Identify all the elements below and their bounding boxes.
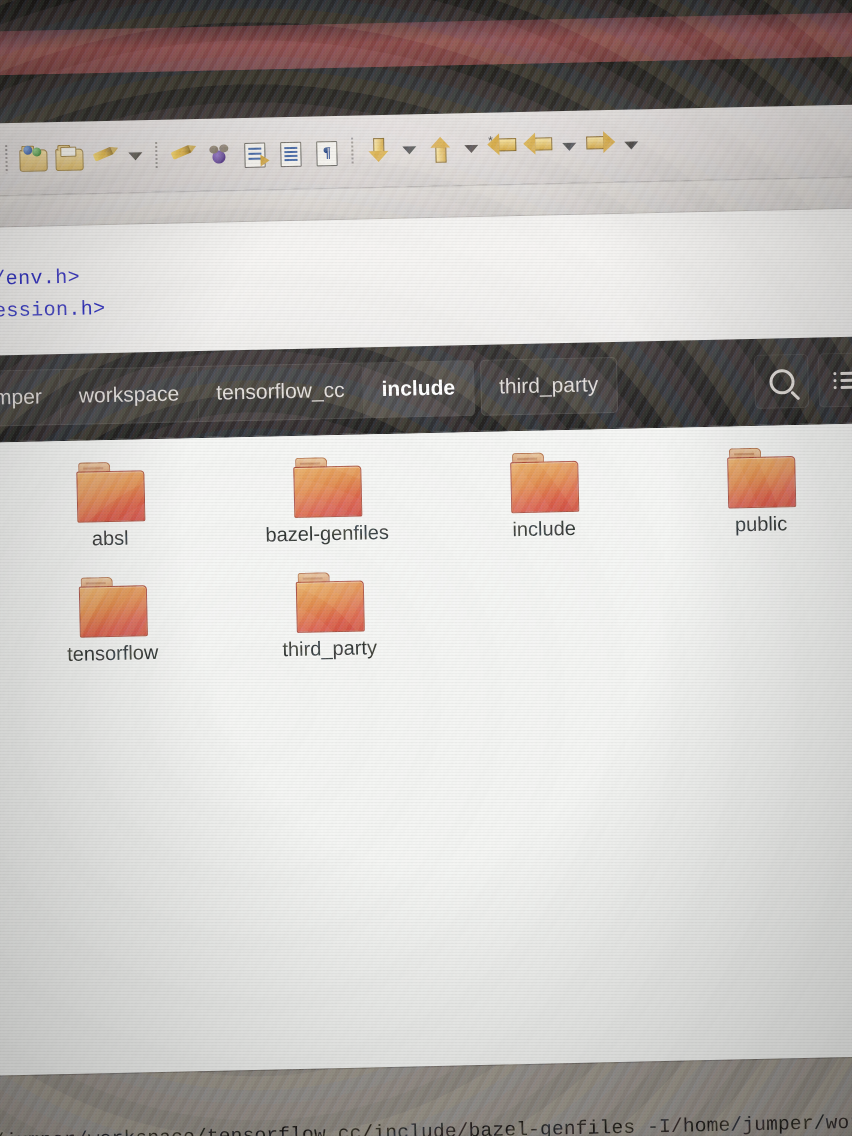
search-button[interactable]: [753, 353, 810, 409]
last-edit-location-icon[interactable]: *: [487, 128, 518, 169]
chevron-down-icon[interactable]: [624, 141, 639, 150]
folder-icon: [75, 461, 145, 523]
chevron-down-icon[interactable]: [562, 142, 577, 152]
debug-bug-icon[interactable]: [203, 134, 234, 175]
folder-item[interactable]: tensorflow: [2, 565, 221, 669]
folder-label: bazel-genfiles: [265, 521, 390, 547]
search-icon: [768, 368, 795, 395]
headerbar-actions: [753, 352, 852, 409]
folder-item[interactable]: absl: [0, 450, 219, 554]
open-type-icon[interactable]: [275, 133, 306, 174]
view-list-icon: [833, 371, 852, 390]
screen-photo: ¶ * orm/env.h> c/session.h> jumper works…: [0, 0, 852, 1136]
files-content-area[interactable]: absl bazel-genfiles include public tenso…: [0, 422, 852, 1078]
folder-item[interactable]: public: [651, 435, 852, 539]
view-list-button[interactable]: [817, 352, 852, 408]
folder-icon: [78, 576, 148, 638]
folder-label: include: [512, 517, 577, 542]
toolbar-separator: [351, 137, 354, 166]
breadcrumb-item-jumper[interactable]: jumper: [0, 369, 62, 428]
files-window[interactable]: jumper workspace tensorflow_cc include t…: [0, 335, 852, 1078]
folder-item[interactable]: include: [434, 440, 653, 544]
folder-icon: [509, 452, 579, 514]
previous-annotation-arrow-up-icon[interactable]: [425, 129, 456, 170]
code-line-1: orm/env.h>: [0, 266, 81, 293]
forward-arrow-right-icon[interactable]: [585, 126, 616, 167]
breadcrumb-item-include[interactable]: include: [362, 360, 475, 419]
breadcrumb-label: jumper: [0, 385, 43, 410]
chevron-down-icon[interactable]: [402, 146, 417, 155]
folder-label: absl: [91, 527, 129, 551]
eclipse-editor-area[interactable]: orm/env.h> c/session.h>: [0, 175, 852, 358]
breadcrumb-item-workspace[interactable]: workspace: [60, 366, 199, 426]
new-c-project-icon[interactable]: [17, 138, 48, 179]
breadcrumb[interactable]: jumper workspace tensorflow_cc include t…: [0, 356, 618, 428]
breadcrumb-label: third_party: [498, 373, 599, 399]
breadcrumb-label: workspace: [78, 382, 180, 408]
run-icon[interactable]: [167, 135, 198, 176]
monitor-content: ¶ * orm/env.h> c/session.h> jumper works…: [0, 0, 852, 1136]
code-line-2: c/session.h>: [0, 298, 106, 325]
folder-item[interactable]: bazel-genfiles: [217, 445, 436, 549]
folder-label: tensorflow: [66, 641, 159, 666]
file-grid: absl bazel-genfiles include public tenso…: [0, 436, 852, 669]
folder-label: public: [734, 513, 788, 537]
folder-icon: [292, 457, 362, 518]
back-arrow-left-icon[interactable]: [523, 127, 554, 168]
breadcrumb-label: include: [381, 376, 456, 402]
toolbar-separator: [155, 141, 158, 170]
chevron-down-icon[interactable]: [128, 152, 143, 161]
breadcrumb-item-third-party[interactable]: third_party: [479, 356, 618, 416]
build-hammer-icon[interactable]: [89, 137, 120, 178]
show-whitespace-pilcrow-icon[interactable]: ¶: [311, 132, 342, 173]
breadcrumb-label: tensorflow_cc: [215, 378, 345, 405]
folder-item[interactable]: third_party: [219, 560, 438, 664]
chevron-down-icon[interactable]: [464, 144, 479, 154]
breadcrumb-item-tensorflow-cc[interactable]: tensorflow_cc: [197, 362, 365, 423]
next-annotation-arrow-down-icon[interactable]: [363, 131, 394, 172]
terminal-command-line: me/jumper/workspace/tensorflow_cc/includ…: [0, 1110, 852, 1136]
folder-label: third_party: [282, 637, 378, 662]
toolbar-separator: [5, 145, 8, 174]
folder-icon: [295, 572, 365, 633]
open-element-icon[interactable]: [239, 133, 270, 174]
folder-icon: [726, 447, 796, 509]
open-folder-icon[interactable]: [53, 137, 84, 178]
